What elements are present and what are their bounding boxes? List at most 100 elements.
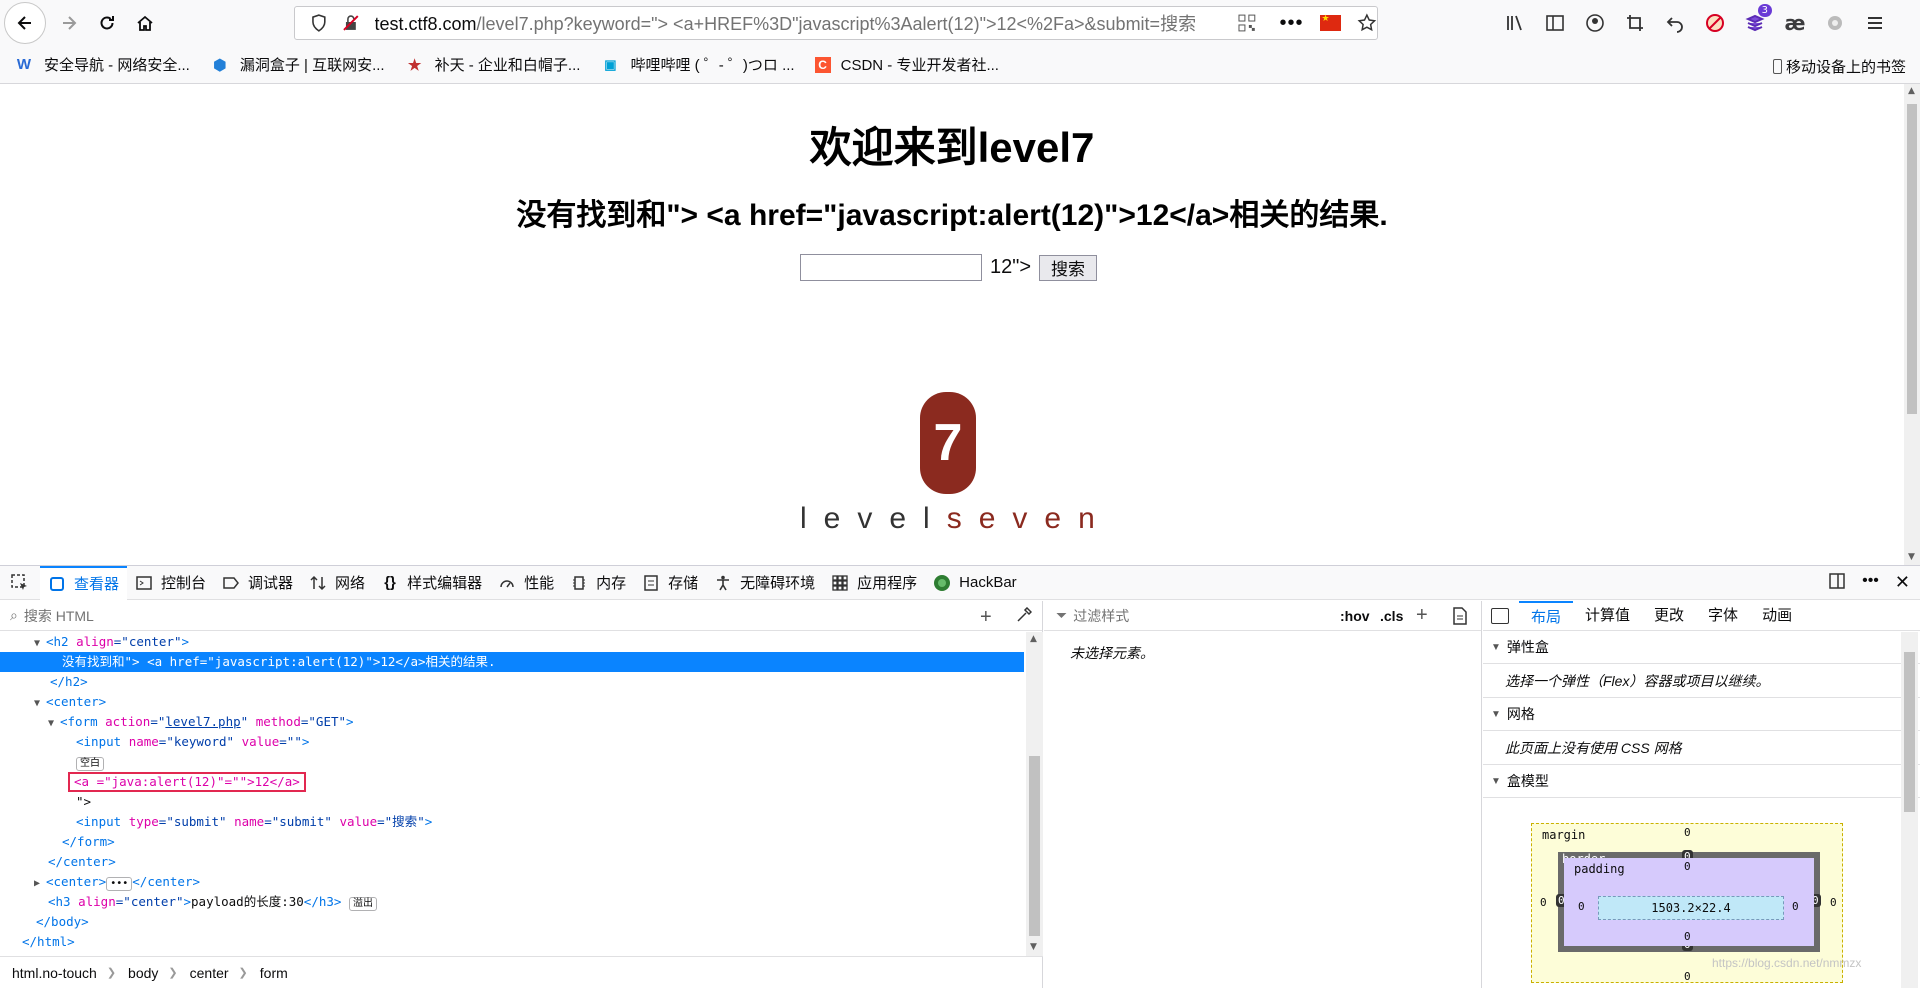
tree-row[interactable]: "> — [0, 792, 1024, 812]
style-filter-bar[interactable]: ⏷ 过滤样式 :hov .cls + — [1044, 601, 1481, 631]
scroll-down-icon[interactable]: ▼ — [1030, 942, 1037, 952]
tab-application[interactable]: 应用程序 — [823, 566, 925, 600]
close-icon[interactable]: ✕ — [1895, 572, 1910, 595]
menu-icon[interactable] — [1862, 10, 1888, 36]
tree-row[interactable]: </body> — [0, 912, 1024, 932]
add-node-icon[interactable]: + — [980, 606, 992, 629]
collapse-triangle-icon[interactable]: ▼ — [34, 694, 46, 714]
tab-network[interactable]: 网络 — [301, 566, 373, 600]
keyword-input[interactable] — [800, 254, 982, 281]
highlighted-anchor-element[interactable]: <a ="java:alert(12)"="">12</a> — [68, 772, 306, 792]
eyedropper-icon[interactable] — [1016, 606, 1033, 626]
margin-left-value[interactable]: 0 — [1540, 896, 1547, 909]
back-button[interactable] — [4, 2, 46, 44]
markup-scrollbar[interactable]: ▲ ▼ — [1026, 632, 1043, 956]
tree-row[interactable]: ▼ <form action="level7.php" method="GET"> — [0, 712, 1024, 732]
tree-row[interactable]: ▼ <center> — [0, 692, 1024, 712]
china-flag-icon[interactable] — [1319, 13, 1342, 31]
tree-row[interactable]: <h3 align="center">payload的长度:30</h3> 溢出 — [0, 892, 1024, 912]
forward-button[interactable] — [50, 4, 88, 42]
margin-right-value[interactable]: 0 — [1830, 896, 1837, 909]
search-input[interactable]: 搜索 HTML — [24, 606, 94, 626]
filter-input[interactable]: 过滤样式 — [1073, 606, 1129, 626]
sidebar-icon[interactable] — [1542, 10, 1568, 36]
tree-row[interactable]: ▶ <center> ••• </center> — [0, 872, 1024, 892]
tab-storage[interactable]: 存储 — [634, 566, 706, 600]
bookmark-item[interactable]: C CSDN - 专业开发者社... — [814, 54, 999, 75]
breadcrumb-item[interactable]: body — [128, 965, 158, 981]
account-icon[interactable] — [1582, 10, 1608, 36]
html-search-bar[interactable]: ⌕ 搜索 HTML + — [0, 601, 1042, 631]
extension-icon[interactable]: 3 — [1742, 4, 1772, 36]
scroll-up-icon[interactable]: ▲ — [1030, 634, 1037, 644]
padding-bottom-value[interactable]: 0 — [1684, 930, 1691, 943]
breadcrumb-item[interactable]: html.no-touch — [12, 965, 97, 981]
extension-gear-icon[interactable] — [1822, 10, 1848, 36]
box-model-section-header[interactable]: ▼ 盒模型 — [1483, 765, 1920, 798]
tab-fonts[interactable]: 字体 — [1696, 601, 1750, 631]
url-text[interactable]: test.ctf8.com/level7.php?keyword="> <a+H… — [375, 10, 1234, 36]
home-button[interactable] — [126, 4, 164, 42]
tree-row-highlighted[interactable]: <a ="java:alert(12)"="">12</a> — [0, 772, 1024, 792]
tab-inspector[interactable]: 查看器 — [40, 565, 128, 600]
padding-top-value[interactable]: 0 — [1684, 860, 1691, 873]
breadcrumb-item[interactable]: form — [260, 965, 288, 981]
print-media-icon[interactable] — [1452, 607, 1468, 628]
layout-scrollbar[interactable] — [1901, 632, 1918, 988]
tree-row[interactable]: 空白 — [0, 752, 1024, 772]
scroll-thumb[interactable] — [1907, 104, 1917, 414]
reload-button[interactable] — [88, 4, 126, 42]
margin-top-value[interactable]: 0 — [1684, 826, 1691, 839]
tree-row[interactable]: </form> — [0, 832, 1024, 852]
bookmark-item[interactable]: ★ 补天 - 企业和白帽子... — [405, 54, 581, 75]
tab-debugger[interactable]: 调试器 — [214, 566, 301, 600]
library-icon[interactable] — [1502, 10, 1528, 36]
tab-changes[interactable]: 更改 — [1642, 601, 1696, 631]
scroll-up-icon[interactable]: ▲ — [1908, 86, 1915, 96]
screenshot-crop-icon[interactable] — [1622, 10, 1648, 36]
markup-scroll-thumb[interactable] — [1029, 756, 1040, 936]
tree-row[interactable]: </h2> — [0, 672, 1024, 692]
expand-triangle-icon[interactable]: ▶ — [34, 874, 46, 894]
url-bar[interactable]: test.ctf8.com/level7.php?keyword="> <a+H… — [294, 6, 1378, 40]
mobile-bookmarks[interactable]: 移动设备上的书签 — [1772, 56, 1906, 77]
padding-left-value[interactable]: 0 — [1578, 900, 1585, 913]
qr-code-icon[interactable] — [1238, 14, 1256, 32]
add-rule-icon[interactable]: + — [1416, 604, 1428, 627]
collapse-triangle-icon[interactable]: ▼ — [48, 714, 60, 734]
hov-toggle[interactable]: :hov — [1340, 608, 1370, 624]
page-actions-icon[interactable]: ••• — [1280, 12, 1304, 35]
collapse-triangle-icon[interactable]: ▼ — [34, 634, 46, 654]
flexbox-section-header[interactable]: ▼ 弹性盒 — [1483, 631, 1920, 664]
element-picker-icon[interactable] — [0, 573, 40, 592]
tab-console[interactable]: 控制台 — [127, 566, 214, 600]
layout-scroll-thumb[interactable] — [1904, 652, 1915, 812]
noscript-icon[interactable] — [1702, 10, 1728, 36]
whitespace-badge[interactable]: 空白 — [76, 757, 104, 771]
tree-row[interactable]: <input name="keyword" value=""> — [0, 732, 1024, 752]
tab-computed[interactable]: 计算值 — [1573, 601, 1642, 631]
grid-section-header[interactable]: ▼ 网格 — [1483, 698, 1920, 731]
overflow-badge[interactable]: 溢出 — [348, 897, 377, 911]
tab-accessibility[interactable]: 无障碍环境 — [706, 566, 823, 600]
toggle-sidebar-icon[interactable] — [1491, 607, 1509, 624]
undo-icon[interactable] — [1662, 10, 1688, 36]
breadcrumb-item[interactable]: center — [190, 965, 229, 981]
search-button[interactable]: 搜索 — [1039, 254, 1098, 281]
tree-row[interactable]: </center> — [0, 852, 1024, 872]
more-options-icon[interactable]: ••• — [1862, 572, 1879, 595]
margin-bottom-value[interactable]: 0 — [1684, 970, 1691, 983]
tab-style-editor[interactable]: {} 样式编辑器 — [373, 566, 490, 600]
ae-extension-icon[interactable]: æ — [1782, 10, 1808, 36]
scroll-down-icon[interactable]: ▼ — [1908, 552, 1915, 562]
bookmark-item[interactable]: ⬢ 漏洞盒子 | 互联网安... — [210, 54, 384, 75]
dock-icon[interactable] — [1828, 572, 1846, 595]
content-box[interactable]: 1503.2×22.4 — [1598, 896, 1784, 920]
markup-tree[interactable]: ▼ <h2 align="center"> 没有找到和"> <a href="ja… — [0, 632, 1024, 956]
bookmark-item[interactable]: ▣ 哔哩哔哩 ( ゜- ゜)つロ ... — [600, 54, 794, 75]
bookmark-item[interactable]: W 安全导航 - 网络安全... — [14, 54, 190, 75]
tab-animations[interactable]: 动画 — [1750, 601, 1804, 631]
padding-right-value[interactable]: 0 — [1792, 900, 1799, 913]
tab-performance[interactable]: 性能 — [490, 566, 562, 600]
tab-memory[interactable]: 内存 — [562, 566, 634, 600]
